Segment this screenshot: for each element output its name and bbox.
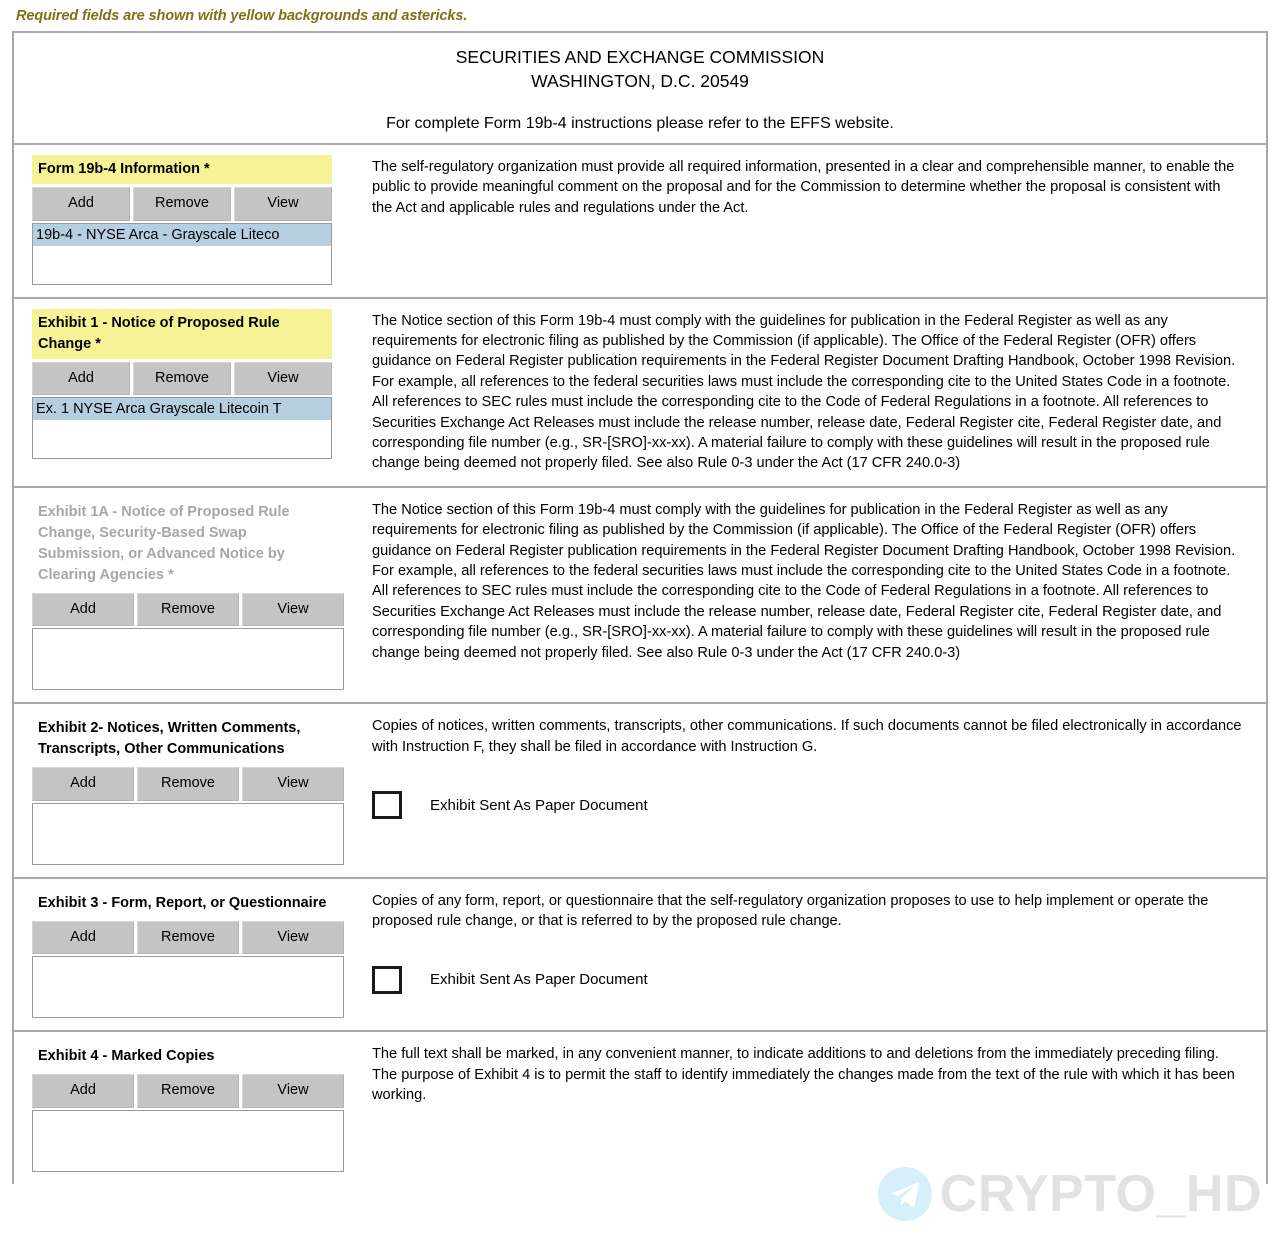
exhibit-2-paper-document-checkbox[interactable]: [372, 791, 402, 820]
exhibit-2-label: Exhibit 2- Notices, Written Comments, Tr…: [38, 720, 301, 758]
exhibit-1a-controls: Exhibit 1A - Notice of Proposed Rule Cha…: [14, 498, 366, 691]
exhibit-1-controls: Exhibit 1 - Notice of Proposed Rule Chan…: [14, 308, 366, 459]
exhibit-2-remove-button[interactable]: Remove: [137, 767, 239, 801]
exhibit-4-remove-button[interactable]: Remove: [137, 1074, 239, 1108]
form-19b4-add-button[interactable]: Add: [32, 187, 130, 221]
exhibit-1-button-row: Add Remove View: [32, 361, 332, 395]
exhibit-1a-description-panel: The Notice section of this Form 19b-4 mu…: [366, 498, 1266, 663]
exhibit-2-description-panel: Copies of notices, written comments, tra…: [366, 714, 1266, 820]
exhibit-3-view-button[interactable]: View: [242, 920, 344, 955]
exhibit-3-description-panel: Copies of any form, report, or questionn…: [366, 889, 1266, 994]
form-19b4-view-button[interactable]: View: [234, 187, 332, 221]
form-frame: SECURITIES AND EXCHANGE COMMISSION WASHI…: [12, 31, 1268, 1184]
exhibit-3-label: Exhibit 3 - Form, Report, or Questionnai…: [38, 894, 327, 911]
exhibit-4-listbox[interactable]: [32, 1109, 344, 1172]
form-header: SECURITIES AND EXCHANGE COMMISSION WASHI…: [14, 33, 1266, 145]
exhibit-1-label: Exhibit 1 - Notice of Proposed Rule Chan…: [32, 308, 332, 359]
exhibit-2-paper-document-label: Exhibit Sent As Paper Document: [430, 796, 648, 814]
form-19b4-controls: Form 19b-4 Information * Add Remove View…: [14, 155, 366, 285]
agency-name-line1: SECURITIES AND EXCHANGE COMMISSION: [455, 47, 825, 67]
exhibit-1-add-button[interactable]: Add: [32, 361, 130, 395]
exhibit-1-listbox[interactable]: Ex. 1 NYSE Arca Grayscale Litecoin T: [32, 397, 332, 459]
exhibit-1a-button-row: Add Remove View: [32, 592, 344, 627]
exhibit-4-button-row: Add Remove View: [32, 1074, 344, 1108]
exhibit-3-add-button[interactable]: Add: [32, 920, 134, 955]
exhibit-1a-listbox[interactable]: [32, 628, 344, 691]
exhibit-3-paper-document-row: Exhibit Sent As Paper Document: [372, 965, 1244, 994]
exhibit-4-view-button[interactable]: View: [242, 1074, 344, 1108]
exhibit-1a-remove-button[interactable]: Remove: [137, 592, 239, 627]
exhibit-4-label: Exhibit 4 - Marked Copies: [38, 1048, 215, 1065]
section-exhibit-2: Exhibit 2- Notices, Written Comments, Tr…: [14, 704, 1266, 879]
form-19b4-listbox[interactable]: 19b-4 - NYSE Arca - Grayscale Liteco: [32, 222, 332, 285]
exhibit-4-description: The full text shall be marked, in any co…: [372, 1046, 1235, 1104]
exhibit-3-paper-document-checkbox[interactable]: [372, 965, 402, 994]
exhibit-3-button-row: Add Remove View: [32, 920, 344, 955]
exhibit-2-button-row: Add Remove View: [32, 767, 344, 801]
exhibit-3-description: Copies of any form, report, or questionn…: [372, 892, 1209, 930]
section-exhibit-1: Exhibit 1 - Notice of Proposed Rule Chan…: [14, 299, 1266, 488]
exhibit-2-description: Copies of notices, written comments, tra…: [372, 718, 1242, 755]
exhibit-3-paper-document-label: Exhibit Sent As Paper Document: [430, 971, 648, 989]
section-form-19b4: Form 19b-4 Information * Add Remove View…: [14, 145, 1266, 299]
form-19b4-label: Form 19b-4 Information *: [32, 155, 332, 184]
exhibit-1a-description: The Notice section of this Form 19b-4 mu…: [372, 501, 1236, 661]
exhibit-4-controls: Exhibit 4 - Marked Copies Add Remove Vie…: [14, 1042, 366, 1172]
exhibit-4-description-panel: The full text shall be marked, in any co…: [366, 1042, 1266, 1105]
section-exhibit-1a: Exhibit 1A - Notice of Proposed Rule Cha…: [14, 488, 1266, 705]
section-exhibit-4: Exhibit 4 - Marked Copies Add Remove Vie…: [14, 1032, 1266, 1184]
exhibit-1-description-panel: The Notice section of this Form 19b-4 mu…: [366, 309, 1266, 474]
list-item[interactable]: 19b-4 - NYSE Arca - Grayscale Liteco: [33, 223, 331, 246]
section-exhibit-3: Exhibit 3 - Form, Report, or Questionnai…: [14, 879, 1266, 1033]
form-19b4-description: The self-regulatory organization must pr…: [372, 159, 1235, 216]
exhibit-2-add-button[interactable]: Add: [32, 767, 134, 801]
form-19b4-button-row: Add Remove View: [32, 187, 332, 221]
list-item[interactable]: Ex. 1 NYSE Arca Grayscale Litecoin T: [33, 398, 331, 420]
exhibit-2-view-button[interactable]: View: [242, 767, 344, 801]
exhibit-3-controls: Exhibit 3 - Form, Report, or Questionnai…: [14, 889, 366, 1019]
exhibit-2-listbox[interactable]: [32, 802, 344, 865]
exhibit-2-paper-document-row: Exhibit Sent As Paper Document: [372, 791, 1244, 820]
exhibit-1a-label: Exhibit 1A - Notice of Proposed Rule Cha…: [38, 503, 290, 583]
exhibit-1-description: The Notice section of this Form 19b-4 mu…: [372, 312, 1236, 472]
exhibit-3-listbox[interactable]: [32, 956, 344, 1019]
exhibit-3-remove-button[interactable]: Remove: [137, 920, 239, 955]
exhibit-1a-view-button[interactable]: View: [242, 592, 344, 627]
exhibit-1-remove-button[interactable]: Remove: [133, 361, 231, 395]
exhibit-1-view-button[interactable]: View: [234, 361, 332, 395]
form-19b4-remove-button[interactable]: Remove: [133, 187, 231, 221]
agency-name-line2: WASHINGTON, D.C. 20549: [531, 71, 749, 91]
required-fields-notice: Required fields are shown with yellow ba…: [16, 8, 468, 24]
instructions-line: For complete Form 19b-4 instructions ple…: [386, 115, 894, 132]
exhibit-2-controls: Exhibit 2- Notices, Written Comments, Tr…: [14, 714, 366, 865]
exhibit-4-add-button[interactable]: Add: [32, 1074, 134, 1108]
exhibit-1a-add-button[interactable]: Add: [32, 592, 134, 627]
form-19b4-description-panel: The self-regulatory organization must pr…: [366, 155, 1266, 218]
